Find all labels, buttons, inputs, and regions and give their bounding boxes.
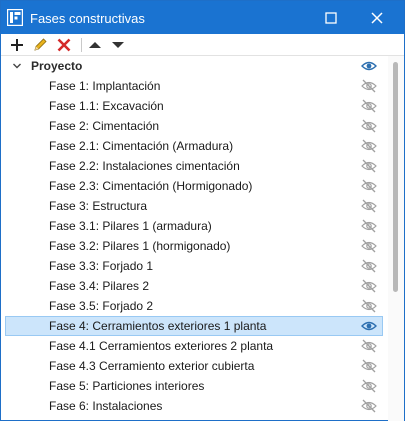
tree-phase-row[interactable]: Fase 2.1: Cimentación (Armadura) bbox=[1, 136, 388, 156]
tree-phase-row[interactable]: Fase 4: Cerramientos exteriores 1 planta bbox=[1, 316, 388, 336]
scrollbar-thumb[interactable] bbox=[393, 62, 398, 292]
pencil-icon bbox=[34, 38, 47, 51]
phases-window: Fases constructivas Proyecto Fase 1: Imp… bbox=[0, 0, 405, 421]
eye-slash-icon[interactable] bbox=[361, 219, 377, 233]
move-down-button[interactable] bbox=[109, 36, 127, 54]
app-icon bbox=[7, 9, 23, 26]
delete-phase-button[interactable] bbox=[55, 36, 73, 54]
eye-slash-icon[interactable] bbox=[361, 279, 377, 293]
chevron-down-icon[interactable] bbox=[12, 61, 22, 71]
tree-phase-label: Fase 1: Implantación bbox=[49, 79, 161, 93]
add-phase-button[interactable] bbox=[8, 36, 26, 54]
eye-slash-icon[interactable] bbox=[361, 379, 377, 393]
tree-phase-row[interactable]: Fase 4.1 Cerramientos exteriores 2 plant… bbox=[1, 336, 388, 356]
close-icon bbox=[371, 11, 383, 24]
tree-phase-row[interactable]: Fase 2: Cimentación bbox=[1, 116, 388, 136]
title-bar: Fases constructivas bbox=[1, 1, 404, 34]
tree-phase-label: Fase 2.3: Cimentación (Hormigonado) bbox=[49, 179, 253, 193]
tree-phase-row[interactable]: Fase 3.1: Pilares 1 (armadura) bbox=[1, 216, 388, 236]
tree-phase-row[interactable]: Fase 6: Instalaciones bbox=[1, 396, 388, 416]
eye-slash-icon[interactable] bbox=[361, 199, 377, 213]
tree-phase-row[interactable]: Fase 3.4: Pilares 2 bbox=[1, 276, 388, 296]
tree-phase-row[interactable]: Fase 2.3: Cimentación (Hormigonado) bbox=[1, 176, 388, 196]
vertical-scrollbar[interactable] bbox=[388, 56, 404, 421]
eye-slash-icon[interactable] bbox=[361, 99, 377, 113]
tree-phase-label: Fase 4.3 Cerramiento exterior cubierta bbox=[49, 359, 255, 373]
tree-phase-label: Fase 1.1: Excavación bbox=[49, 99, 164, 113]
maximize-icon bbox=[325, 11, 337, 24]
eye-slash-icon[interactable] bbox=[361, 259, 377, 273]
tree-phase-row[interactable]: Fase 3: Estructura bbox=[1, 196, 388, 216]
phases-tree: Proyecto Fase 1: Implantación Fase 1.1: E… bbox=[1, 56, 388, 421]
red-x-icon bbox=[57, 38, 71, 52]
tree-phase-row[interactable]: Fase 3.3: Forjado 1 bbox=[1, 256, 388, 276]
eye-slash-icon[interactable] bbox=[361, 399, 377, 413]
tree-phase-row[interactable]: Fase 1: Implantación bbox=[1, 76, 388, 96]
tree-phase-row[interactable]: Fase 3.2: Pilares 1 (hormigonado) bbox=[1, 236, 388, 256]
eye-icon[interactable] bbox=[361, 319, 377, 333]
tree-phase-label: Fase 3.3: Forjado 1 bbox=[49, 259, 154, 273]
tree-phase-row[interactable]: Fase 2.2: Instalaciones cimentación bbox=[1, 156, 388, 176]
tree-phase-label: Fase 3.2: Pilares 1 (hormigonado) bbox=[49, 239, 231, 253]
maximize-button[interactable] bbox=[315, 1, 347, 34]
tree-phase-label: Fase 3: Estructura bbox=[49, 199, 148, 213]
tree-phase-label: Fase 3.5: Forjado 2 bbox=[49, 299, 154, 313]
tree-phase-label: Fase 2.1: Cimentación (Armadura) bbox=[49, 139, 234, 153]
tree-phase-row[interactable]: Fase 4.3 Cerramiento exterior cubierta bbox=[1, 356, 388, 376]
eye-slash-icon[interactable] bbox=[361, 339, 377, 353]
tree-phase-label: Fase 5: Particiones interiores bbox=[49, 379, 205, 393]
tree-root-label: Proyecto bbox=[31, 59, 83, 73]
eye-slash-icon[interactable] bbox=[361, 239, 377, 253]
toolbar bbox=[1, 34, 404, 56]
toolbar-separator bbox=[81, 38, 82, 52]
close-button[interactable] bbox=[361, 1, 393, 34]
tree-phase-row[interactable]: Fase 3.5: Forjado 2 bbox=[1, 296, 388, 316]
tree-root-row[interactable]: Proyecto bbox=[1, 56, 388, 76]
plus-icon bbox=[11, 39, 23, 51]
eye-slash-icon[interactable] bbox=[361, 139, 377, 153]
eye-slash-icon[interactable] bbox=[361, 359, 377, 373]
tree-phase-label: Fase 3.1: Pilares 1 (armadura) bbox=[49, 219, 212, 233]
window-title: Fases constructivas bbox=[30, 11, 145, 26]
tree-phase-label: Fase 6: Instalaciones bbox=[49, 399, 163, 413]
eye-slash-icon[interactable] bbox=[361, 119, 377, 133]
eye-slash-icon[interactable] bbox=[361, 299, 377, 313]
eye-slash-icon[interactable] bbox=[361, 79, 377, 93]
eye-icon[interactable] bbox=[361, 59, 377, 73]
tree-phase-row[interactable]: Fase 1.1: Excavación bbox=[1, 96, 388, 116]
eye-slash-icon[interactable] bbox=[361, 179, 377, 193]
edit-phase-button[interactable] bbox=[31, 36, 49, 54]
tree-phase-label: Fase 2.2: Instalaciones cimentación bbox=[49, 159, 240, 173]
move-up-button[interactable] bbox=[86, 36, 104, 54]
tree-phase-label: Fase 4.1 Cerramientos exteriores 2 plant… bbox=[49, 339, 274, 353]
triangle-down-icon bbox=[112, 42, 124, 48]
tree-phase-label: Fase 3.4: Pilares 2 bbox=[49, 279, 150, 293]
tree-phase-label: Fase 2: Cimentación bbox=[49, 119, 160, 133]
tree-phase-label: Fase 4: Cerramientos exteriores 1 planta bbox=[49, 319, 267, 333]
triangle-up-icon bbox=[89, 42, 101, 48]
tree-phase-row[interactable]: Fase 5: Particiones interiores bbox=[1, 376, 388, 396]
eye-slash-icon[interactable] bbox=[361, 159, 377, 173]
